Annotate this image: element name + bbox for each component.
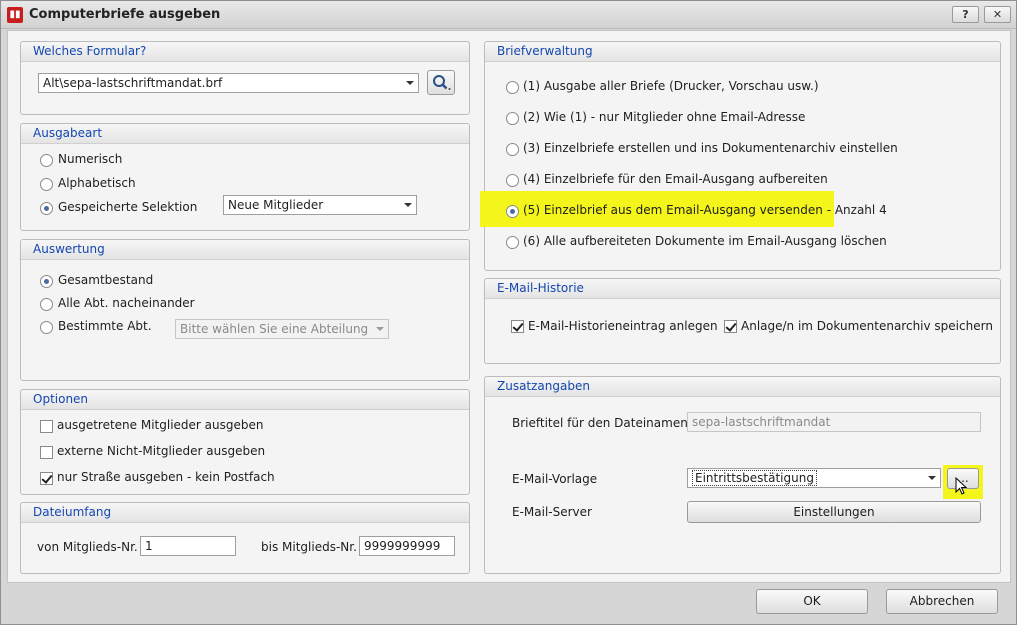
label-brief-option-1: (1) Ausgabe aller Briefe (Drucker, Vorsc… xyxy=(523,79,819,93)
label-ausgetretene: ausgetretene Mitglieder ausgeben xyxy=(57,418,264,432)
group-optionen: Optionen ausgetretene Mitglieder ausgebe… xyxy=(20,389,470,495)
group-header-briefverwaltung: Briefverwaltung xyxy=(485,42,1000,62)
selektion-combo-value: Neue Mitglieder xyxy=(228,198,324,212)
label-nur-strasse: nur Straße ausgeben - kein Postfach xyxy=(57,470,275,484)
dialog-footer: OK Abbrechen xyxy=(7,584,1011,622)
group-header-ausgabeart: Ausgabeart xyxy=(21,124,469,144)
checkbox-ausgetretene[interactable] xyxy=(40,420,53,433)
dialog-window: ▮▮ Computerbriefe ausgeben ? ✕ Welches F… xyxy=(0,0,1017,625)
search-icon xyxy=(433,75,451,90)
brieftitel-input[interactable]: sepa-lastschriftmandat xyxy=(687,412,981,432)
mouse-cursor-icon xyxy=(955,477,968,495)
label-gespeicherte-selektion: Gespeicherte Selektion xyxy=(58,200,198,214)
label-brief-option-6: (6) Alle aufbereiteten Dokumente im Emai… xyxy=(523,234,887,248)
email-vorlage-combo-value: Eintrittsbestätigung xyxy=(692,470,817,486)
checkbox-nur-strasse[interactable] xyxy=(40,472,53,485)
einstellungen-button[interactable]: Einstellungen xyxy=(687,501,981,523)
label-externe: externe Nicht-Mitglieder ausgeben xyxy=(57,444,266,458)
radio-brief-option-4[interactable] xyxy=(506,174,519,187)
label-bis-mitglieds-nr: bis Mitglieds-Nr. xyxy=(261,540,357,554)
group-header-email-historie: E-Mail-Historie xyxy=(485,279,1000,299)
help-button[interactable]: ? xyxy=(952,6,979,23)
group-formular: Welches Formular? Alt\sepa-lastschriftma… xyxy=(20,41,470,115)
abteilung-combo-placeholder: Bitte wählen Sie eine Abteilung xyxy=(180,322,369,336)
radio-brief-option-2[interactable] xyxy=(506,112,519,125)
chevron-down-icon xyxy=(928,476,936,480)
group-header-formular: Welches Formular? xyxy=(21,42,469,62)
checkbox-externe[interactable] xyxy=(40,446,53,459)
app-logo-icon: ▮▮ xyxy=(7,7,23,23)
label-email-vorlage: E-Mail-Vorlage xyxy=(512,472,598,486)
checkbox-historieneintrag[interactable] xyxy=(511,320,524,333)
group-header-optionen: Optionen xyxy=(21,390,469,410)
label-gesamtbestand: Gesamtbestand xyxy=(58,273,154,287)
selektion-combo[interactable]: Neue Mitglieder xyxy=(223,195,417,215)
group-auswertung: Auswertung Gesamtbestand Alle Abt. nache… xyxy=(20,239,470,381)
group-header-zusatzangaben: Zusatzangaben xyxy=(485,377,1000,397)
window-title: Computerbriefe ausgeben xyxy=(29,7,221,22)
radio-alphabetisch[interactable] xyxy=(40,178,53,191)
label-brief-option-2: (2) Wie (1) - nur Mitglieder ohne Email-… xyxy=(523,110,806,124)
label-anlage-archiv: Anlage/n im Dokumentenarchiv speichern xyxy=(741,319,993,333)
checkbox-anlage-archiv[interactable] xyxy=(724,320,737,333)
radio-brief-option-5[interactable] xyxy=(506,205,519,218)
label-bestimmte-abt: Bestimmte Abt. xyxy=(58,319,152,333)
radio-brief-option-3[interactable] xyxy=(506,143,519,156)
chevron-down-icon xyxy=(406,81,414,85)
radio-bestimmte-abt[interactable] xyxy=(40,321,53,334)
label-brieftitel: Brieftitel für den Dateinamen xyxy=(512,416,688,430)
von-mitglieds-nr-input[interactable]: 1 xyxy=(140,536,236,556)
group-ausgabeart: Ausgabeart Numerisch Alphabetisch Gespei… xyxy=(20,123,470,231)
radio-brief-option-6[interactable] xyxy=(506,236,519,249)
radio-brief-option-1[interactable] xyxy=(506,81,519,94)
label-brief-option-3: (3) Einzelbriefe erstellen und ins Dokum… xyxy=(523,141,898,155)
close-button[interactable]: ✕ xyxy=(984,6,1011,23)
label-historieneintrag: E-Mail-Historieneintrag anlegen xyxy=(528,319,718,333)
radio-gespeicherte-selektion[interactable] xyxy=(40,202,53,215)
label-brief-option-5: (5) Einzelbrief aus dem Email-Ausgang ve… xyxy=(523,203,887,217)
title-bar: ▮▮ Computerbriefe ausgeben ? ✕ xyxy=(1,1,1016,29)
label-email-server: E-Mail-Server xyxy=(512,505,592,519)
group-header-dateiumfang: Dateiumfang xyxy=(21,503,469,523)
email-vorlage-combo[interactable]: Eintrittsbestätigung xyxy=(687,468,941,488)
label-alphabetisch: Alphabetisch xyxy=(58,176,136,190)
ok-button[interactable]: OK xyxy=(756,589,868,614)
group-email-historie: E-Mail-Historie E-Mail-Historieneintrag … xyxy=(484,278,1001,364)
group-header-auswertung: Auswertung xyxy=(21,240,469,260)
group-zusatzangaben: Zusatzangaben Brieftitel für den Dateina… xyxy=(484,376,1001,574)
cancel-button[interactable]: Abbrechen xyxy=(886,589,998,614)
formular-combo-value: Alt\sepa-lastschriftmandat.brf xyxy=(43,76,223,90)
abteilung-combo[interactable]: Bitte wählen Sie eine Abteilung xyxy=(175,319,389,339)
chevron-down-icon xyxy=(404,203,412,207)
bis-mitglieds-nr-input[interactable]: 9999999999 xyxy=(359,536,455,556)
radio-gesamtbestand[interactable] xyxy=(40,275,53,288)
radio-alle-abt[interactable] xyxy=(40,298,53,311)
formular-combo[interactable]: Alt\sepa-lastschriftmandat.brf xyxy=(38,73,419,93)
radio-numerisch[interactable] xyxy=(40,154,53,167)
dialog-client-area: Welches Formular? Alt\sepa-lastschriftma… xyxy=(7,30,1011,583)
group-briefverwaltung: Briefverwaltung (1) Ausgabe aller Briefe… xyxy=(480,41,1001,271)
chevron-down-icon xyxy=(376,327,384,331)
label-numerisch: Numerisch xyxy=(58,152,123,166)
label-von-mitglieds-nr: von Mitglieds-Nr. xyxy=(37,540,138,554)
group-dateiumfang: Dateiumfang von Mitglieds-Nr. 1 bis Mitg… xyxy=(20,502,470,574)
label-alle-abt: Alle Abt. nacheinander xyxy=(58,296,195,310)
search-formular-button[interactable] xyxy=(427,70,455,95)
label-brief-option-4: (4) Einzelbriefe für den Email-Ausgang a… xyxy=(523,172,828,186)
